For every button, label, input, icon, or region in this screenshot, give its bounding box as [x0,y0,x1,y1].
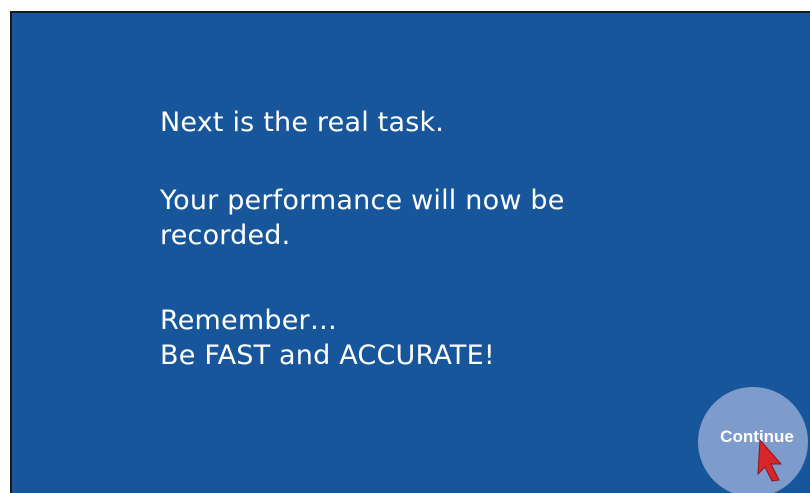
instruction-line-remember: Remember… [160,305,338,336]
instruction-line-fast-accurate: Be FAST and ACCURATE! [160,340,495,371]
instruction-line-next-task: Next is the real task. [160,107,445,138]
instruction-screen: Next is the real task. Your performance … [10,11,810,493]
mouse-pointer-icon [757,438,783,482]
instruction-line-recorded: recorded. [160,220,291,251]
instruction-line-performance: Your performance will now be [160,185,565,216]
